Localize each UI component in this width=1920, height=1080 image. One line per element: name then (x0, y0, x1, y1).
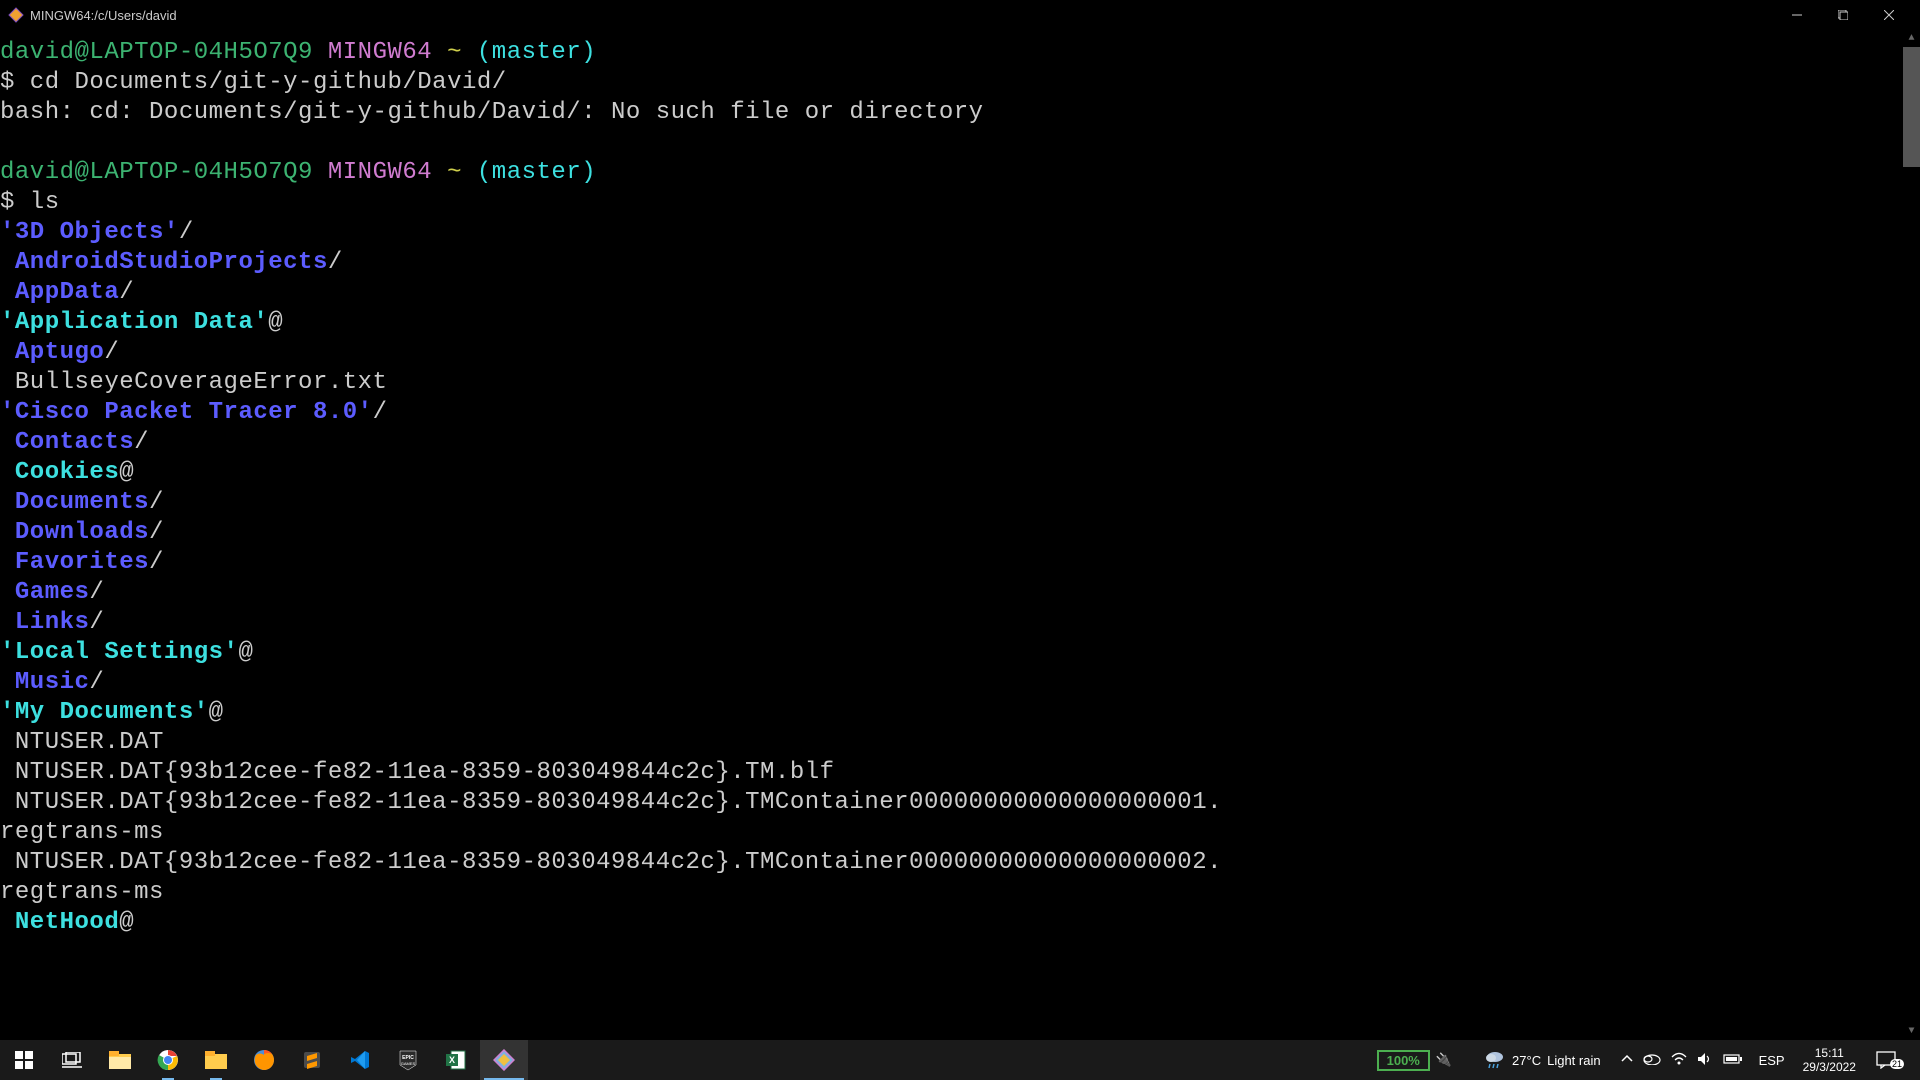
battery-indicator[interactable]: 100% (1377, 1050, 1430, 1071)
weather-icon (1484, 1048, 1506, 1073)
notification-count: 21 (1890, 1059, 1904, 1069)
sublime-icon[interactable] (288, 1040, 336, 1080)
task-view-button[interactable] (48, 1040, 96, 1080)
weather-temp: 27°C (1512, 1053, 1541, 1068)
clock[interactable]: 15:11 29/3/2022 (1793, 1046, 1866, 1075)
scrollbar[interactable]: ▲ ▼ (1903, 30, 1920, 1040)
volume-icon[interactable] (1697, 1052, 1713, 1069)
svg-text:X: X (449, 1055, 455, 1065)
weather-text: Light rain (1547, 1053, 1600, 1068)
onedrive-icon[interactable] (1643, 1053, 1661, 1068)
taskbar-right: 100% 🔌 27°C Light rain ESP 15:11 29/3/20… (1377, 1040, 1920, 1080)
scrollbar-track[interactable] (1903, 47, 1920, 1023)
battery-tray-icon[interactable] (1723, 1053, 1743, 1068)
notifications-button[interactable]: 21 (1866, 1051, 1920, 1069)
firefox-icon[interactable] (240, 1040, 288, 1080)
charging-icon: 🔌 (1436, 1052, 1452, 1068)
clock-date: 29/3/2022 (1803, 1060, 1856, 1074)
close-button[interactable] (1866, 0, 1912, 30)
wifi-icon[interactable] (1671, 1052, 1687, 1069)
tray-chevron-icon[interactable] (1621, 1053, 1633, 1068)
scroll-down-button[interactable]: ▼ (1903, 1023, 1920, 1040)
window-controls (1774, 0, 1912, 30)
taskbar-spacer (528, 1040, 1377, 1080)
taskbar-left: EPICGAMES X (0, 1040, 528, 1080)
scrollbar-thumb[interactable] (1903, 47, 1920, 167)
window-title: MINGW64:/c/Users/david (30, 8, 1774, 23)
scroll-up-button[interactable]: ▲ (1903, 30, 1920, 47)
start-button[interactable] (0, 1040, 48, 1080)
chrome-icon[interactable] (144, 1040, 192, 1080)
folder-icon[interactable] (192, 1040, 240, 1080)
system-tray[interactable] (1613, 1052, 1751, 1069)
titlebar: MINGW64:/c/Users/david (0, 0, 1920, 30)
terminal-output[interactable]: david@LAPTOP-04H5O7Q9 MINGW64 ~ (master)… (0, 30, 1920, 1040)
weather-widget[interactable]: 27°C Light rain (1484, 1048, 1601, 1073)
maximize-button[interactable] (1820, 0, 1866, 30)
vscode-icon[interactable] (336, 1040, 384, 1080)
app-icon (8, 7, 24, 23)
taskbar: EPICGAMES X 100% 🔌 27°C Light rain ESP (0, 1040, 1920, 1080)
file-explorer-icon[interactable] (96, 1040, 144, 1080)
svg-text:GAMES: GAMES (401, 1061, 416, 1066)
epic-games-icon[interactable]: EPICGAMES (384, 1040, 432, 1080)
git-bash-icon[interactable] (480, 1040, 528, 1080)
language-indicator[interactable]: ESP (1751, 1053, 1793, 1068)
minimize-button[interactable] (1774, 0, 1820, 30)
clock-time: 15:11 (1803, 1046, 1856, 1060)
excel-icon[interactable]: X (432, 1040, 480, 1080)
